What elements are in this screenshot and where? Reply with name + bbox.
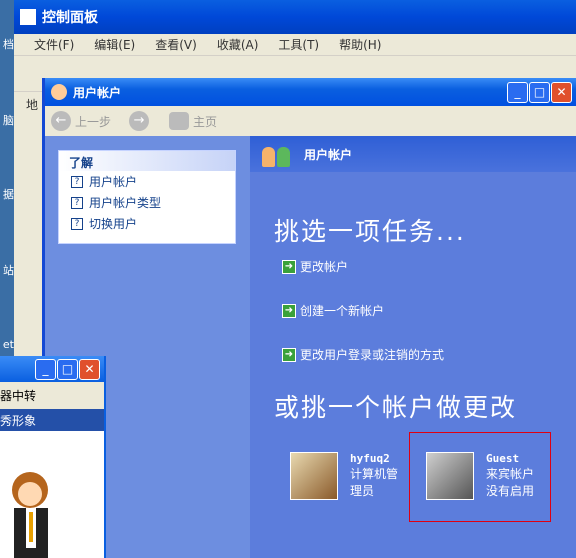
learn-item-label: 切换用户 bbox=[89, 217, 138, 231]
task-change-logon[interactable]: ➜ 更改用户登录或注销的方式 bbox=[282, 346, 444, 363]
account-name: Guest bbox=[486, 452, 520, 465]
learn-item-user-accounts[interactable]: ? 用户帐户 bbox=[59, 171, 235, 192]
user-accounts-window: 用户帐户 _ □ ✕ ← 上一步 → 主页 了解 ? 用户帐户 ? 用户帐户类型 ?… bbox=[42, 78, 576, 558]
control-panel-title: 控制面板 bbox=[42, 10, 98, 26]
section-title: 用户帐户 bbox=[304, 147, 353, 162]
address-label: 地 bbox=[26, 98, 39, 112]
learn-item-label: 用户帐户 bbox=[89, 175, 138, 189]
task-label: 更改用户登录或注销的方式 bbox=[300, 348, 445, 362]
window-title: 用户帐户 bbox=[73, 85, 122, 100]
task-label: 创建一个新帐户 bbox=[300, 304, 385, 318]
learn-item-label: 用户帐户类型 bbox=[89, 196, 162, 210]
task-change-account[interactable]: ➜ 更改帐户 bbox=[282, 258, 348, 275]
suitcase-icon bbox=[426, 452, 474, 500]
pick-task-heading: 挑选一项任务... bbox=[274, 217, 466, 246]
arrow-icon: ➜ bbox=[282, 347, 296, 362]
home-label: 主页 bbox=[193, 114, 218, 129]
menu-edit[interactable]: 编辑(E) bbox=[94, 36, 135, 53]
back-button[interactable]: 上一步 bbox=[75, 113, 111, 130]
menu-favorites[interactable]: 收藏(A) bbox=[217, 36, 259, 53]
nav-bar: ← 上一步 → 主页 bbox=[45, 106, 576, 136]
maximize-button[interactable]: □ bbox=[57, 359, 78, 380]
home-icon bbox=[169, 112, 190, 130]
control-panel-icon bbox=[20, 9, 36, 25]
help-icon: ? bbox=[71, 217, 83, 230]
help-icon: ? bbox=[71, 175, 83, 188]
menu-help[interactable]: 帮助(H) bbox=[339, 36, 381, 53]
pick-account-heading: 或挑一个帐户做更改 bbox=[274, 393, 518, 422]
avatar-figure bbox=[0, 460, 96, 558]
menu-file[interactable]: 文件(F) bbox=[34, 36, 74, 53]
maximize-button[interactable]: □ bbox=[529, 82, 550, 103]
users-icon bbox=[262, 141, 292, 167]
learn-item-account-types[interactable]: ? 用户帐户类型 bbox=[59, 192, 235, 213]
forward-arrow-icon[interactable]: → bbox=[129, 111, 150, 131]
chat-window: _ □ ✕ 器中转 秀形象 bbox=[0, 356, 106, 558]
section-header: 用户帐户 bbox=[250, 136, 576, 172]
arrow-icon: ➜ bbox=[282, 303, 296, 318]
help-icon: ? bbox=[71, 196, 83, 209]
close-button[interactable]: ✕ bbox=[551, 82, 572, 103]
close-button[interactable]: ✕ bbox=[79, 359, 100, 380]
account-hyfuq2[interactable]: hyfuq2 计算机管 理员 bbox=[290, 452, 398, 500]
arrow-icon: ➜ bbox=[282, 259, 296, 274]
desktop-label: et bbox=[2, 338, 14, 351]
desktop-label: 据 bbox=[3, 188, 14, 201]
chat-status-line: 器中转 bbox=[0, 382, 104, 409]
learn-box: 了解 ? 用户帐户 ? 用户帐户类型 ? 切换用户 bbox=[58, 150, 236, 244]
guitar-icon bbox=[290, 452, 338, 500]
account-type: 理员 bbox=[350, 484, 375, 498]
account-status: 没有启用 bbox=[486, 484, 535, 498]
desktop-label: 脑 bbox=[3, 114, 14, 127]
account-name: hyfuq2 bbox=[350, 452, 390, 465]
account-guest[interactable]: Guest 来宾帐户 没有启用 bbox=[426, 452, 534, 500]
chat-titlebar[interactable]: _ □ ✕ bbox=[0, 356, 104, 382]
learn-header: 了解 bbox=[59, 151, 235, 171]
user-accounts-titlebar[interactable]: 用户帐户 _ □ ✕ bbox=[45, 78, 576, 106]
menu-tools[interactable]: 工具(T) bbox=[278, 36, 319, 53]
main-panel: 用户帐户 挑选一项任务... ➜ 更改帐户 ➜ 创建一个新帐户 ➜ 更改用户登录或注销… bbox=[250, 136, 576, 558]
back-arrow-icon[interactable]: ← bbox=[51, 111, 71, 131]
home-button[interactable]: 主页 bbox=[169, 112, 217, 130]
menu-bar: 文件(F) 编辑(E) 查看(V) 收藏(A) 工具(T) 帮助(H) bbox=[14, 34, 576, 56]
control-panel-titlebar[interactable]: 控制面板 bbox=[14, 0, 576, 34]
desktop-label: 档 bbox=[3, 38, 14, 51]
account-type: 来宾帐户 bbox=[486, 467, 535, 481]
learn-item-switch-user[interactable]: ? 切换用户 bbox=[59, 213, 235, 234]
user-accounts-icon bbox=[51, 84, 67, 100]
chat-avatar-header: 秀形象 bbox=[0, 409, 104, 431]
account-type: 计算机管 bbox=[350, 467, 399, 481]
menu-view[interactable]: 查看(V) bbox=[155, 36, 197, 53]
task-create-account[interactable]: ➜ 创建一个新帐户 bbox=[282, 302, 384, 319]
minimize-button[interactable]: _ bbox=[507, 82, 528, 103]
desktop-label: 站 bbox=[3, 264, 14, 277]
minimize-button[interactable]: _ bbox=[35, 359, 56, 380]
task-label: 更改帐户 bbox=[300, 260, 349, 274]
